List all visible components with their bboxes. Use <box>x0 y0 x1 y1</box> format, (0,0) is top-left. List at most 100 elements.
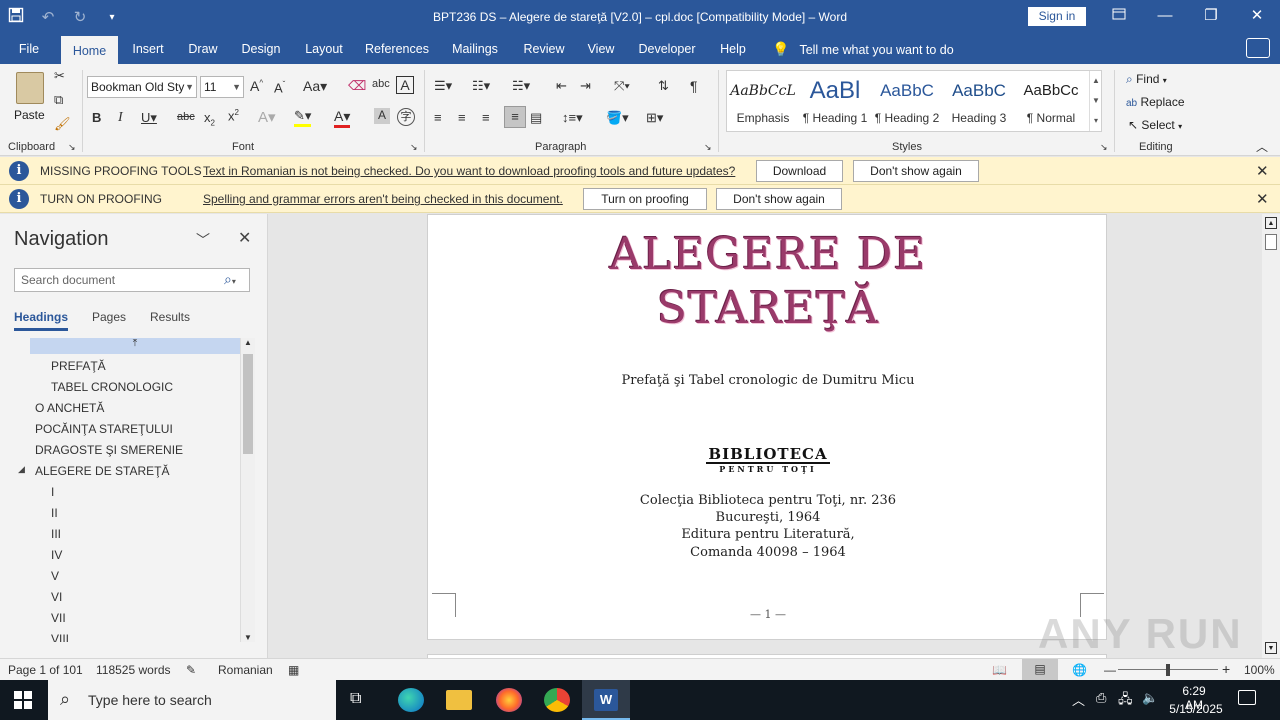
style-emphasis[interactable]: AaBbCcL Emphasis <box>727 77 799 125</box>
strikethrough-icon[interactable]: abc <box>177 111 195 123</box>
line-spacing-icon[interactable]: ↕≡▾ <box>562 110 583 126</box>
notifications-icon[interactable] <box>1238 690 1256 705</box>
format-painter-icon[interactable]: 🖌 <box>54 116 71 132</box>
tell-me-box[interactable]: 💡 Tell me what you want to do <box>772 34 954 64</box>
font-color-icon[interactable]: A▾ <box>334 108 351 128</box>
macro-icon[interactable]: ▦ <box>288 663 299 677</box>
grow-font-icon[interactable]: A^ <box>250 78 263 94</box>
taskbar-search-box[interactable]: ⌕ Type here to search <box>48 680 336 720</box>
tab-review[interactable]: Review <box>516 34 572 64</box>
style-heading-2[interactable]: AaBbC ¶ Heading 2 <box>871 77 943 125</box>
distributed-icon[interactable]: ▤ <box>530 110 542 126</box>
sign-in-button[interactable]: Sign in <box>1028 7 1086 26</box>
change-case-icon[interactable]: Aa▾ <box>303 78 327 95</box>
increase-indent-icon[interactable]: ⇥ <box>580 78 591 94</box>
scroll-thumb[interactable] <box>1265 234 1277 250</box>
collapse-ribbon-icon[interactable]: ︿ <box>1256 138 1268 155</box>
scroll-up-icon[interactable]: ▲ <box>241 338 255 347</box>
language-indicator[interactable]: Romanian <box>218 663 273 677</box>
web-layout-icon[interactable]: 🌐 <box>1072 663 1087 677</box>
read-mode-icon[interactable]: 📖 <box>992 663 1007 677</box>
firefox-icon[interactable] <box>496 688 522 712</box>
chevron-down-icon[interactable]: ﹀ <box>196 230 210 250</box>
scroll-thumb[interactable] <box>243 354 253 454</box>
sort-icon[interactable]: ⇅ <box>658 78 669 94</box>
document-scrollbar[interactable]: ▲ ▼ <box>1262 214 1280 658</box>
underline-icon[interactable]: U▾ <box>141 110 157 126</box>
heading-item[interactable]: O ANCHETĂ <box>35 401 104 415</box>
bar-message-link[interactable]: Text in Romanian is not being checked. D… <box>203 164 735 178</box>
show-formatting-icon[interactable]: ¶ <box>690 78 698 94</box>
tab-mailings[interactable]: Mailings <box>444 34 506 64</box>
zoom-out-icon[interactable]: — <box>1104 663 1116 677</box>
task-view-icon[interactable]: ⧉ <box>350 690 361 708</box>
tab-design[interactable]: Design <box>234 34 288 64</box>
heading-item[interactable]: I <box>51 485 54 499</box>
minimize-icon[interactable]: — <box>1142 0 1188 34</box>
edge-icon[interactable] <box>398 688 424 712</box>
heading-item[interactable]: VIII <box>51 632 69 642</box>
heading-item[interactable]: DRAGOSTE ŞI SMERENIE <box>35 443 183 457</box>
dont-show-again-button[interactable]: Don't show again <box>716 188 842 210</box>
customize-qat-icon[interactable]: ▾ <box>96 12 128 23</box>
shading-bucket-icon[interactable]: 🪣▾ <box>606 110 629 126</box>
borders-icon[interactable]: ⊞▾ <box>646 110 663 126</box>
nav-scrollbar[interactable]: ▲ ▼ <box>240 338 255 642</box>
heading-item[interactable]: PREFAŢĂ <box>51 359 106 373</box>
scroll-down-icon[interactable]: ▼ <box>1265 642 1277 654</box>
bar-message-link[interactable]: Spelling and grammar errors aren't being… <box>203 192 563 206</box>
comments-icon[interactable] <box>1246 38 1270 58</box>
bullets-icon[interactable]: ☰▾ <box>434 78 452 94</box>
document-area[interactable]: ALEGERE DE STAREŢĂ Prefaţă şi Tabel cron… <box>269 214 1262 658</box>
dont-show-again-button[interactable]: Don't show again <box>853 160 979 182</box>
heading-item[interactable]: VII <box>51 611 66 625</box>
text-effects-icon[interactable]: A▾ <box>258 108 276 126</box>
save-icon[interactable] <box>0 7 32 27</box>
align-center-icon[interactable]: ≡ <box>458 110 466 125</box>
tab-draw[interactable]: Draw <box>180 34 226 64</box>
justify-icon[interactable]: ≡ <box>504 106 526 128</box>
tab-results[interactable]: Results <box>150 310 190 324</box>
numbering-icon[interactable]: ☷▾ <box>472 78 490 94</box>
bold-icon[interactable]: B <box>92 110 101 125</box>
tab-help[interactable]: Help <box>712 34 754 64</box>
highlight-icon[interactable]: ✎▾ <box>294 108 312 127</box>
tab-file[interactable]: File <box>8 34 50 64</box>
tab-insert[interactable]: Insert <box>124 34 172 64</box>
phonetic-guide-icon[interactable]: abc <box>372 78 390 90</box>
superscript-icon[interactable]: x2 <box>228 108 239 123</box>
tab-layout[interactable]: Layout <box>298 34 350 64</box>
character-border-icon[interactable]: A <box>396 76 414 94</box>
scroll-up-icon[interactable]: ▲ <box>1265 217 1277 229</box>
word-count[interactable]: 118525 words <box>96 663 171 677</box>
align-right-icon[interactable]: ≡ <box>482 110 490 125</box>
tab-home[interactable]: Home <box>61 36 118 64</box>
style-heading-1[interactable]: AaBl ¶ Heading 1 <box>799 77 871 125</box>
tab-references[interactable]: References <box>360 34 434 64</box>
styles-launcher-icon[interactable]: ↘ <box>1100 142 1108 153</box>
font-size-combo[interactable]: 11 ▼ <box>200 76 244 98</box>
heading-item[interactable]: TABEL CRONOLOGIC <box>51 380 173 394</box>
network-icon[interactable]: 🖧 <box>1118 690 1133 712</box>
close-icon[interactable]: ✕ <box>1256 162 1269 180</box>
heading-item[interactable]: V <box>51 569 59 583</box>
document-page[interactable]: ALEGERE DE STAREŢĂ Prefaţă şi Tabel cron… <box>427 214 1107 640</box>
turn-on-proofing-button[interactable]: Turn on proofing <box>583 188 707 210</box>
replace-button[interactable]: ab Replace <box>1126 95 1185 109</box>
collapse-all-row[interactable]: ⤒ <box>30 338 240 354</box>
heading-item[interactable]: III <box>51 527 61 541</box>
font-name-combo[interactable]: Bookman Old Sty ▼ <box>87 76 197 98</box>
close-icon[interactable]: ✕ <box>1256 190 1269 208</box>
show-hidden-icons-icon[interactable]: ︿ <box>1072 690 1085 709</box>
redo-icon[interactable]: ↻ <box>64 8 96 26</box>
download-button[interactable]: Download <box>756 160 843 182</box>
clipboard-launcher-icon[interactable]: ↘ <box>68 142 76 153</box>
volume-icon[interactable]: 🔈 <box>1142 690 1158 706</box>
search-icon[interactable]: ⌕▾ <box>224 271 236 288</box>
shading-icon[interactable]: A <box>374 108 390 124</box>
search-input[interactable]: Search document <box>14 268 250 292</box>
heading-item[interactable]: VI <box>51 590 62 604</box>
copy-icon[interactable]: ⧉ <box>54 92 63 108</box>
zoom-in-icon[interactable]: + <box>1222 661 1230 677</box>
clear-formatting-icon[interactable]: ⌫ <box>348 78 366 94</box>
